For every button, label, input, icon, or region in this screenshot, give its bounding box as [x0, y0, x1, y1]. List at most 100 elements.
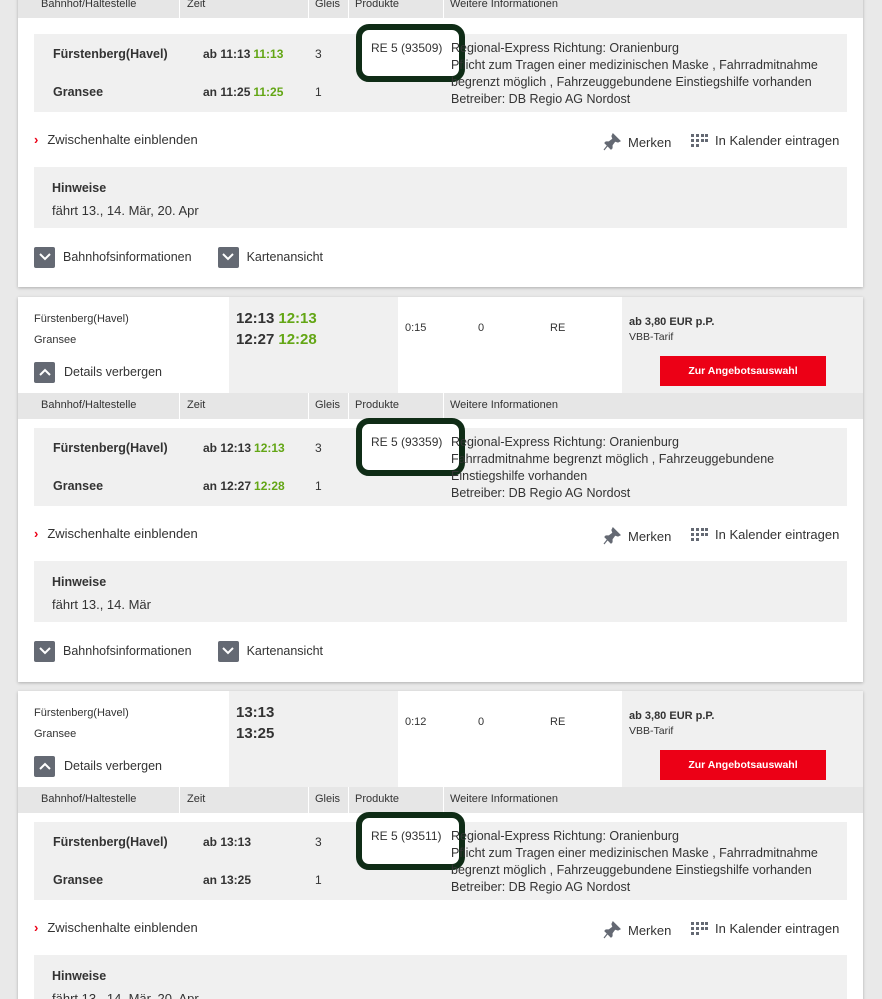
hide-details-label: Details verbergen — [64, 365, 162, 379]
trip-info: Regional-Express Richtung: Oranienburg F… — [451, 435, 775, 500]
connection-card-2: Fürstenberg(Havel) Gransee 12:13 12:13 12… — [18, 297, 863, 682]
col-info: Weitere Informationen — [450, 399, 559, 411]
hide-details-toggle[interactable]: Details verbergen — [34, 361, 162, 383]
summary-times: 12:13 12:13 12:27 12:28 — [229, 297, 398, 393]
summary-changes: 0 — [478, 716, 485, 728]
product-name: RE 5 (93359) — [371, 435, 443, 449]
notes-title: Hinweise — [52, 181, 107, 195]
connection-summary: Fürstenberg(Havel) Gransee 12:13 12:13 12… — [18, 297, 863, 393]
notes-title: Hinweise — [52, 969, 107, 983]
notes-box: Hinweise fährt 13., 14. Mär, 20. Apr — [34, 167, 847, 228]
map-view-toggle[interactable] — [217, 640, 239, 662]
chevron-up-icon — [38, 762, 51, 770]
chevron-down-icon — [222, 647, 234, 655]
product-highlight[interactable]: RE 5 (93359) — [356, 418, 465, 476]
station-info-toggle[interactable] — [34, 246, 55, 268]
summary-dep: 13:13 — [236, 704, 275, 721]
remember-button[interactable]: Merken — [603, 133, 671, 151]
map-view-toggle[interactable] — [217, 246, 239, 268]
notes-box: Hinweise fährt 13., 14. Mär, 20. Apr — [34, 955, 847, 999]
show-stops-link[interactable]: › Zwischenhalte einblenden — [34, 526, 198, 541]
col-track: Gleis — [315, 0, 341, 10]
trip-section: Fürstenberg(Havel) ab 13:13 3 Gransee an… — [34, 812, 847, 900]
product-highlight[interactable]: RE 5 (93509) — [356, 24, 465, 82]
departure-station: Fürstenberg(Havel) — [53, 441, 168, 455]
map-view-label[interactable]: Kartenansicht — [247, 250, 323, 264]
departure-station: Fürstenberg(Havel) — [53, 47, 168, 61]
summary-times: 13:13 13:25 — [229, 691, 398, 787]
collapse-button[interactable] — [34, 755, 55, 777]
chevron-right-icon: › — [34, 132, 39, 147]
trip-info: Regional-Express Richtung: Oranienburg P… — [451, 41, 818, 106]
arrival-time: an 13:25 — [203, 873, 252, 887]
summary-from: Fürstenberg(Havel) — [34, 313, 129, 325]
col-station: Bahnhof/Haltestelle — [41, 0, 137, 10]
arrival-station: Gransee — [53, 873, 104, 887]
station-info-label[interactable]: Bahnhofsinformationen — [63, 250, 192, 264]
col-products: Produkte — [355, 399, 400, 411]
departure-time: ab 11:13 11:13 — [203, 47, 284, 61]
detail-table-header: Bahnhof/Haltestelle Zeit Gleis Produkte … — [18, 787, 863, 813]
departure-track: 3 — [315, 835, 322, 849]
tariff: VBB-Tarif — [629, 725, 674, 737]
connection-card-3: Fürstenberg(Havel) Gransee 13:13 13:25 0… — [18, 691, 863, 999]
col-time: Zeit — [187, 793, 206, 805]
calendar-button[interactable]: In Kalender eintragen — [691, 133, 839, 148]
col-products: Produkte — [355, 793, 400, 805]
notes-value: fährt 13., 14. Mär, 20. Apr — [52, 203, 199, 218]
product-name: RE 5 (93511) — [371, 829, 442, 843]
hide-details-label: Details verbergen — [64, 759, 162, 773]
show-stops-link[interactable]: › Zwischenhalte einblenden — [34, 132, 198, 147]
bottom-links: Bahnhofsinformationen Kartenansicht — [34, 639, 349, 663]
hide-details-toggle[interactable]: Details verbergen — [34, 755, 162, 777]
pin-icon — [603, 133, 621, 151]
product-highlight[interactable]: RE 5 (93511) — [356, 812, 465, 870]
notes-title: Hinweise — [52, 575, 107, 589]
notes-value: fährt 13., 14. Mär, 20. Apr — [52, 991, 199, 999]
offer-button[interactable]: Zur Angebotsauswahl — [660, 356, 826, 386]
calendar-icon — [691, 527, 708, 541]
summary-dep: 12:13 12:13 — [236, 310, 317, 327]
offer-button[interactable]: Zur Angebotsauswahl — [660, 750, 826, 780]
notes-value: fährt 13., 14. Mär — [52, 597, 151, 612]
remember-button[interactable]: Merken — [603, 527, 671, 545]
departure-track: 3 — [315, 441, 322, 455]
chevron-right-icon: › — [34, 920, 39, 935]
chevron-up-icon — [38, 368, 51, 376]
departure-time: ab 12:13 12:13 — [203, 441, 285, 455]
calendar-button[interactable]: In Kalender eintragen — [691, 921, 839, 936]
col-time: Zeit — [187, 399, 206, 411]
show-stops-link[interactable]: › Zwischenhalte einblenden — [34, 920, 198, 935]
chevron-down-icon — [38, 253, 51, 261]
station-info-label[interactable]: Bahnhofsinformationen — [63, 644, 192, 658]
collapse-button[interactable] — [34, 361, 55, 383]
pin-icon — [603, 921, 621, 939]
price-value: ab 3,80 EUR p.P. — [629, 316, 715, 328]
col-track: Gleis — [315, 793, 341, 805]
calendar-icon — [691, 921, 708, 935]
chevron-right-icon: › — [34, 526, 39, 541]
calendar-button[interactable]: In Kalender eintragen — [691, 527, 839, 542]
chevron-down-icon — [222, 253, 234, 261]
col-info: Weitere Informationen — [450, 0, 559, 10]
chevron-down-icon — [38, 647, 51, 655]
arrival-station: Gransee — [53, 85, 104, 99]
trip-actions: › Zwischenhalte einblenden Merken In Kale… — [18, 523, 863, 547]
summary-duration: 0:12 — [405, 716, 427, 728]
summary-arr: 13:25 — [236, 725, 275, 742]
price-value: ab 3,80 EUR p.P. — [629, 710, 715, 722]
trip-actions: › Zwischenhalte einblenden Merken In Kale… — [18, 129, 863, 153]
map-view-label[interactable]: Kartenansicht — [247, 644, 323, 658]
remember-button[interactable]: Merken — [603, 921, 671, 939]
arrival-track: 1 — [315, 479, 322, 493]
arrival-station: Gransee — [53, 479, 104, 493]
arrival-track: 1 — [315, 873, 322, 887]
col-products: Produkte — [355, 0, 400, 10]
departure-time: ab 13:13 — [203, 835, 252, 849]
trip-section: Fürstenberg(Havel) ab 11:13 11:13 3 Grans… — [34, 24, 847, 112]
station-info-toggle[interactable] — [34, 640, 55, 662]
departure-track: 3 — [315, 47, 322, 61]
summary-products: RE — [550, 716, 566, 728]
trip-info: Regional-Express Richtung: Oranienburg P… — [451, 829, 818, 894]
calendar-icon — [691, 133, 708, 147]
